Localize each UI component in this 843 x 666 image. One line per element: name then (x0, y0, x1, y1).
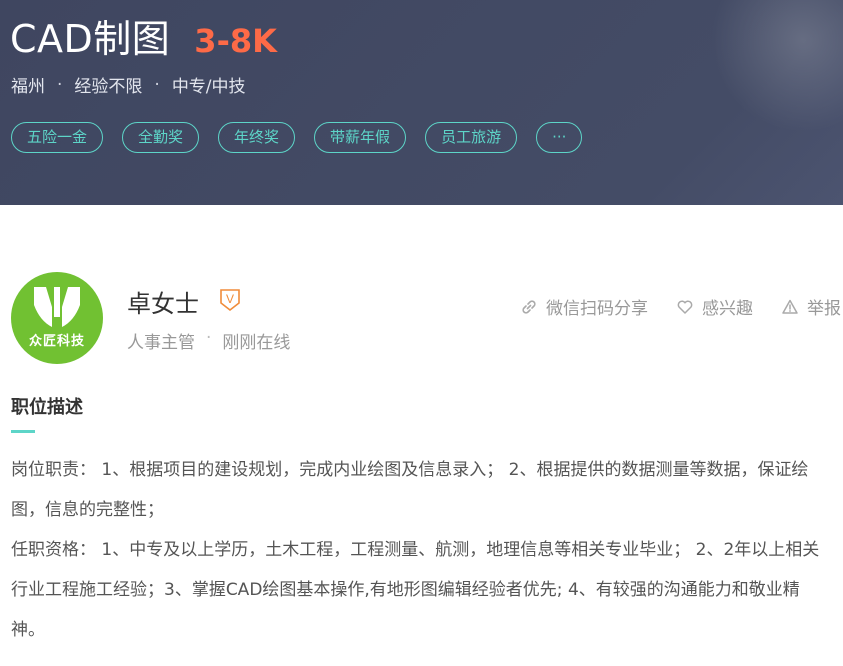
interest-label: 感兴趣 (702, 299, 753, 319)
tag-annual-bonus: 年终奖 (218, 122, 296, 153)
section-title: 职位描述 (11, 397, 83, 418)
section-underline (11, 430, 35, 433)
recruiter-card: 众匠科技 卓女士 V 人事主管 · 刚刚在线 微信扫码分享 感兴趣 举报 (11, 272, 841, 364)
recruiter-name: 卓女士 (127, 290, 199, 318)
job-meta: 福州 · 经验不限 · 中专/中技 (11, 72, 246, 98)
warning-icon (782, 299, 798, 314)
tag-travel: 员工旅游 (425, 122, 518, 153)
tag-attendance-bonus: 全勤奖 (122, 122, 200, 153)
job-experience: 经验不限 (74, 77, 143, 97)
job-header: CAD制图 3-8K 福州 · 经验不限 · 中专/中技 五险一金 全勤奖 年终… (0, 0, 843, 205)
job-salary: 3-8K (194, 22, 277, 60)
job-title-row: CAD制图 3-8K (10, 8, 277, 63)
recruiter-status: 刚刚在线 (222, 333, 291, 353)
job-education: 中专/中技 (171, 77, 246, 97)
link-icon (522, 299, 536, 314)
job-actions: 微信扫码分享 感兴趣 举报 (492, 294, 841, 319)
job-requirement: 任职资格： 1、中专及以上学历，土木工程，工程测量、航测，地理信息等相关专业毕业… (11, 540, 820, 640)
share-button[interactable]: 微信扫码分享 (520, 294, 648, 319)
share-label: 微信扫码分享 (546, 299, 648, 319)
recruiter-role: 人事主管 · 刚刚在线 (127, 328, 290, 353)
company-logo-text: 众匠科技 (28, 334, 85, 349)
header-glow (703, 0, 843, 140)
verified-badge-letter: V (226, 292, 234, 306)
report-label: 举报 (807, 299, 841, 319)
tag-more-button[interactable]: ··· (536, 122, 583, 153)
company-avatar[interactable]: 众匠科技 (11, 272, 103, 364)
tag-paid-leave: 带薪年假 (314, 122, 407, 153)
recruiter-position: 人事主管 (127, 333, 195, 353)
job-description: 岗位职责： 1、根据项目的建设规划，完成内业绘图及信息录入； 2、根据提供的数据… (11, 450, 831, 650)
report-button[interactable]: 举报 (781, 294, 841, 319)
job-duty: 岗位职责： 1、根据项目的建设规划，完成内业绘图及信息录入； 2、根据提供的数据… (11, 460, 809, 520)
tag-insurance: 五险一金 (11, 122, 104, 153)
job-title: CAD制图 (10, 17, 171, 61)
job-city: 福州 (11, 77, 45, 97)
benefit-tags: 五险一金 全勤奖 年终奖 带薪年假 员工旅游 ··· (11, 122, 601, 153)
role-separator: · (206, 328, 212, 348)
verified-badge-icon: V (220, 289, 240, 312)
company-logo-icon (34, 287, 80, 327)
meta-separator: · (57, 74, 63, 95)
meta-separator: · (154, 74, 160, 95)
interest-button[interactable]: 感兴趣 (676, 294, 753, 319)
heart-icon (677, 300, 693, 314)
